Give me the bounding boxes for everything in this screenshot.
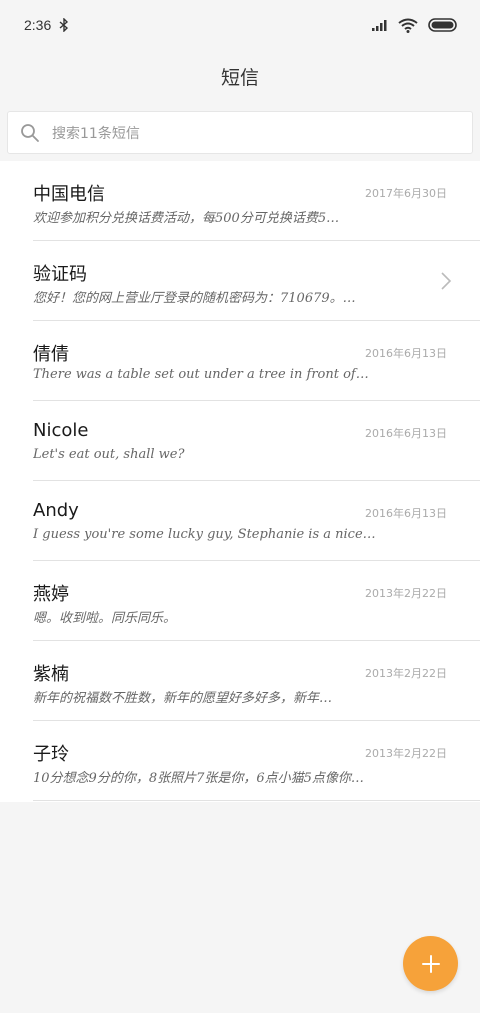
sender-name: Nicole [33, 420, 89, 441]
chevron-right-icon [441, 272, 452, 290]
message-date: 2016年6月13日 [365, 427, 447, 440]
message-list: 中国电信 2017年6月30日 欢迎参加积分兑换话费活动，每500分可兑换话费5… [0, 161, 480, 802]
message-preview: 嗯。收到啦。同乐同乐。 [33, 611, 177, 626]
wifi-icon [398, 18, 418, 33]
message-date: 2013年2月22日 [365, 747, 447, 760]
page-title: 短信 [220, 67, 259, 89]
sender-name: Andy [33, 500, 79, 521]
status-time: 2:36 [24, 17, 52, 33]
list-item[interactable]: 燕婷 2013年2月22日 嗯。收到啦。同乐同乐。 [0, 561, 480, 641]
sender-name: 燕婷 [33, 584, 69, 605]
sender-name: 中国电信 [33, 184, 105, 205]
status-bar: 2:36 [0, 0, 480, 50]
divider [33, 800, 480, 801]
search-icon [21, 123, 39, 142]
battery-icon [428, 18, 457, 32]
search-bar: 搜索11条短信 [0, 103, 480, 160]
bluetooth-icon [59, 18, 69, 32]
message-preview: 您好！您的网上营业厅登录的随机密码为：710679。… [33, 291, 356, 306]
search-placeholder: 搜索11条短信 [52, 125, 140, 142]
app-header: 短信 [0, 50, 480, 103]
sender-name: 验证码 [33, 264, 87, 285]
sender-name: 紫楠 [33, 664, 69, 685]
message-date: 2013年2月22日 [365, 587, 447, 600]
search-input[interactable]: 搜索11条短信 [7, 111, 473, 154]
message-preview: 新年的祝福数不胜数，新年的愿望好多好多，新年… [33, 691, 333, 706]
message-preview: I guess you're some lucky guy, Stephanie… [33, 527, 376, 542]
message-preview: 10分想念9分的你，8张照片7张是你，6点小猫5点像你… [33, 771, 364, 786]
message-date: 2013年2月22日 [365, 667, 447, 680]
message-date: 2017年6月30日 [365, 187, 447, 200]
list-item[interactable]: 验证码 您好！您的网上营业厅登录的随机密码为：710679。… [0, 241, 480, 321]
status-left: 2:36 [24, 17, 69, 33]
list-item[interactable]: Andy 2016年6月13日 I guess you're some luck… [0, 481, 480, 561]
message-preview: 欢迎参加积分兑换话费活动，每500分可兑换话费5… [33, 211, 340, 226]
message-date: 2016年6月13日 [365, 347, 447, 360]
list-item[interactable]: 子玲 2013年2月22日 10分想念9分的你，8张照片7张是你，6点小猫5点像… [0, 721, 480, 801]
message-preview: There was a table set out under a tree i… [33, 367, 369, 382]
list-item[interactable]: 倩倩 2016年6月13日 There was a table set out … [0, 321, 480, 401]
list-item[interactable]: 紫楠 2013年2月22日 新年的祝福数不胜数，新年的愿望好多好多，新年… [0, 641, 480, 721]
sender-name: 倩倩 [33, 344, 69, 365]
signal-icon [372, 20, 387, 31]
plus-icon [421, 954, 440, 973]
status-right [372, 18, 458, 33]
message-preview: Let's eat out, shall we? [33, 447, 185, 462]
list-item[interactable]: 中国电信 2017年6月30日 欢迎参加积分兑换话费活动，每500分可兑换话费5… [0, 161, 480, 241]
list-item[interactable]: Nicole 2016年6月13日 Let's eat out, shall w… [0, 401, 480, 481]
new-message-button[interactable] [403, 936, 458, 991]
sender-name: 子玲 [33, 744, 69, 765]
message-date: 2016年6月13日 [365, 507, 447, 520]
